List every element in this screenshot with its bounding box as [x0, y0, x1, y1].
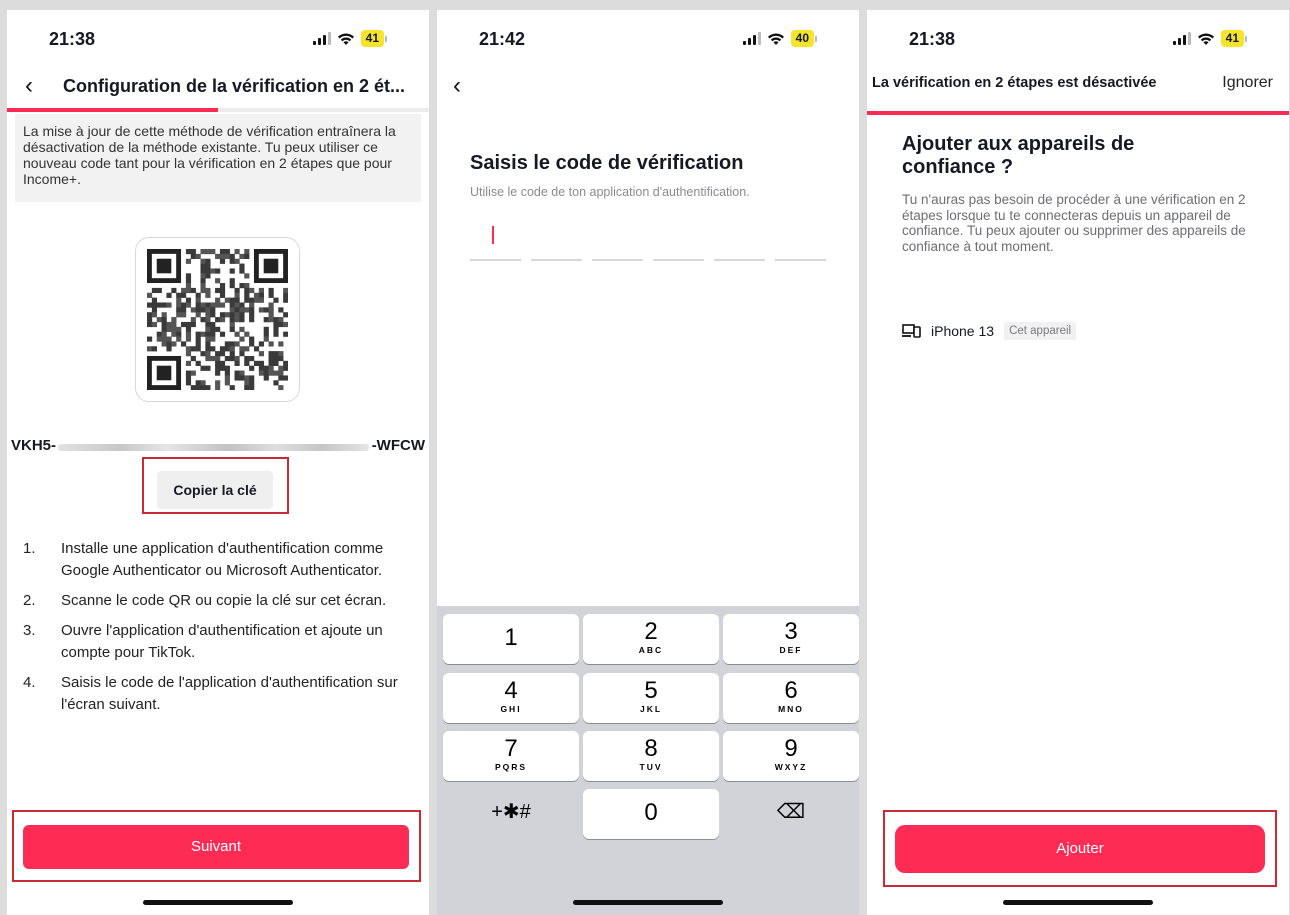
wifi-icon	[767, 33, 784, 45]
key-digit: 4	[504, 677, 518, 704]
key-digit: +✱#	[491, 801, 531, 823]
progress-bar	[7, 108, 429, 112]
home-indicator	[1003, 900, 1153, 905]
key-letters: JKL	[639, 704, 663, 714]
keypad-key-4[interactable]: 4 GHI	[443, 673, 579, 723]
step-item: 4. Saisis le code de l'application d'auth…	[23, 674, 398, 713]
code-digit-slot[interactable]	[531, 259, 582, 261]
code-digit-slot[interactable]	[592, 259, 643, 261]
text-cursor	[492, 226, 494, 244]
key-digit: 7	[504, 735, 518, 762]
cellular-signal-icon	[742, 32, 761, 45]
devices-icon	[902, 324, 921, 338]
code-digit-slot[interactable]	[775, 259, 826, 261]
secret-key-prefix: VKH5-	[11, 437, 57, 454]
code-entry-screen: 21:42 40 ‹ Saisis le code de vérificatio…	[437, 10, 859, 915]
keypad-key-9[interactable]: 9 WXYZ	[723, 731, 859, 781]
home-indicator	[573, 900, 723, 905]
device-row: iPhone 13 Cet appareil	[902, 322, 1077, 340]
keypad-key-8[interactable]: 8 TUV	[583, 731, 719, 781]
keypad-key-0[interactable]: 0	[583, 789, 719, 839]
keypad-key-5[interactable]: 5 JKL	[583, 673, 719, 723]
page-title: Saisis le code de vérification	[470, 152, 744, 174]
key-letters: GHI	[500, 704, 522, 714]
trusted-device-screen: 21:38 41 La vérification en 2 étapes est…	[867, 10, 1289, 915]
secret-key-blurred	[58, 444, 369, 451]
home-indicator	[143, 900, 293, 905]
keypad-key-2[interactable]: 2 ABC	[583, 614, 719, 664]
page-subtitle: Utilise le code de ton application d'aut…	[470, 185, 750, 199]
backspace-icon: ⌫	[776, 801, 806, 823]
cellular-signal-icon	[1172, 32, 1191, 45]
secret-key: VKH5- -WFCW	[7, 437, 429, 457]
key-digit: 1	[504, 624, 518, 651]
add-button[interactable]: Ajouter	[895, 825, 1265, 873]
header-divider	[867, 111, 1289, 115]
key-letters: ABC	[638, 645, 664, 655]
qr-code-image	[147, 249, 288, 390]
key-digit: 2	[644, 618, 658, 645]
status-time: 21:38	[909, 29, 956, 49]
progress-fill	[7, 108, 218, 112]
keypad-key-1[interactable]: 1	[443, 614, 579, 664]
skip-button[interactable]: Ignorer	[1222, 74, 1273, 92]
delete-key[interactable]: ⌫	[723, 789, 859, 839]
key-letters: TUV	[639, 762, 663, 772]
battery-icon: 40	[790, 30, 817, 47]
key-digit: 6	[784, 677, 798, 704]
status-time: 21:42	[479, 29, 526, 49]
status-time: 21:38	[49, 29, 96, 49]
status-bar: 21:38 41	[867, 10, 1289, 70]
keypad-key-7[interactable]: 7 PQRS	[443, 731, 579, 781]
back-chevron-icon[interactable]: ‹	[453, 72, 461, 100]
keypad-key-3[interactable]: 3 DEF	[723, 614, 859, 664]
status-bar: 21:42 40	[437, 10, 859, 70]
key-letters: PQRS	[494, 762, 528, 772]
code-digit-slot[interactable]	[714, 259, 765, 261]
key-digit: 0	[644, 799, 658, 826]
key-letters: MNO	[778, 704, 804, 714]
step-item: 2. Scanne le code QR ou copie la clé sur …	[23, 592, 387, 609]
section-heading: Ajouter aux appareils de confiance ?	[902, 133, 1135, 178]
step-item: 3. Ouvre l'application d'authentification…	[23, 622, 383, 661]
notice-box: La mise à jour de cette méthode de vérif…	[15, 114, 421, 202]
section-description: Tu n'auras pas besoin de procéder à une …	[902, 192, 1246, 254]
key-digit: 5	[644, 677, 658, 704]
page-title: Configuration de la vérification en 2 ét…	[63, 76, 406, 96]
step-item: 1. Installe une application d'authentific…	[23, 540, 384, 579]
battery-level: 40	[790, 30, 814, 47]
keypad-key-6[interactable]: 6 MNO	[723, 673, 859, 723]
key-digit: 9	[784, 735, 798, 762]
code-digit-slot[interactable]	[653, 259, 704, 261]
wifi-icon	[337, 33, 354, 45]
key-letters: WXYZ	[774, 762, 808, 772]
key-digit: 8	[644, 735, 658, 762]
page-title: La vérification en 2 étapes est désactiv…	[872, 75, 1157, 91]
battery-icon: 41	[360, 30, 387, 47]
battery-level: 41	[360, 30, 384, 47]
back-chevron-icon[interactable]: ‹	[25, 72, 33, 100]
symbols-key[interactable]: +✱#	[443, 789, 579, 839]
status-bar: 21:38 41	[7, 10, 429, 70]
numeric-keypad: 1 2 ABC 3 DEF 4 GHI 5 JKL 6 MNO 7 PQRS 8 TUV 9 WXYZ +✱# 0 ⌫	[437, 606, 859, 915]
current-device-badge: Cet appareil	[1004, 322, 1077, 340]
cellular-signal-icon	[312, 32, 331, 45]
qr-code	[135, 237, 300, 402]
battery-icon: 41	[1220, 30, 1247, 47]
key-letters: DEF	[779, 645, 803, 655]
secret-key-suffix: -WFCW	[371, 437, 425, 454]
key-digit: 3	[784, 618, 798, 645]
qr-setup-screen: 21:38 41 ‹ Configuration de la vérificat…	[7, 10, 429, 915]
copy-key-button[interactable]: Copier la clé	[157, 471, 273, 509]
wifi-icon	[1197, 33, 1214, 45]
battery-level: 41	[1220, 30, 1244, 47]
code-digit-slot[interactable]	[470, 259, 521, 261]
device-name: iPhone 13	[931, 323, 995, 339]
next-button[interactable]: Suivant	[23, 825, 409, 869]
setup-steps: 1. Installe une application d'authentific…	[23, 538, 409, 724]
code-input[interactable]	[470, 259, 826, 261]
